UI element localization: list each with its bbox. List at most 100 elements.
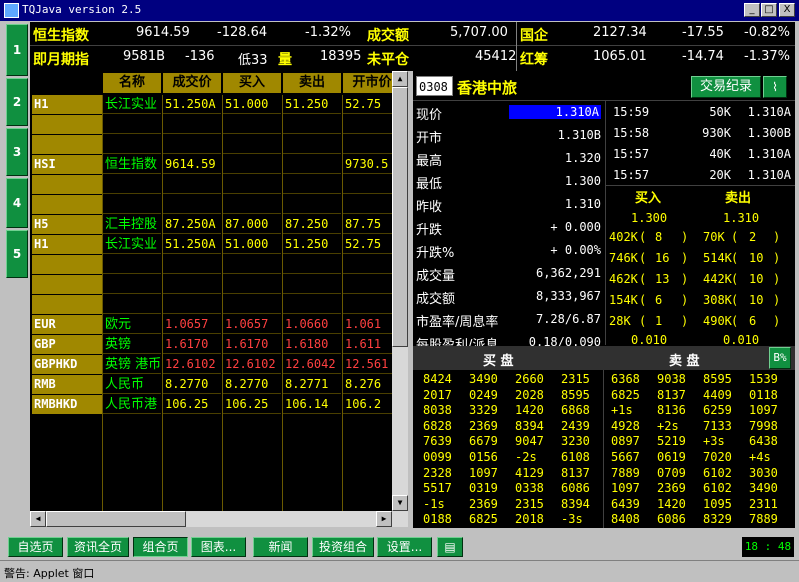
status-bar: 警告: Applet 窗口	[0, 560, 799, 582]
broker-buy: 9047	[515, 434, 544, 449]
stock-code-input[interactable]: 0308	[416, 76, 453, 96]
field-label: 开市	[416, 131, 443, 146]
hscroll-thumb[interactable]	[46, 511, 186, 527]
info-page-button[interactable]: 资讯全页	[67, 537, 129, 557]
chart-icon[interactable]: ⌇	[763, 76, 787, 98]
broker-sell: 6086	[657, 512, 686, 527]
cell-code	[34, 135, 102, 154]
cell-open: 1.611	[345, 337, 382, 351]
broker-sell: 1097	[611, 481, 640, 496]
broker-buy: 6828	[423, 418, 452, 433]
field-label: 昨收	[416, 200, 443, 215]
cell-buy	[225, 275, 281, 294]
broker-buy: 3329	[469, 403, 498, 418]
cell-open: 106.2	[345, 397, 382, 411]
queue-svol: 442K	[703, 272, 732, 286]
cell-code: RMBHKD	[34, 397, 78, 411]
cell-name: 英镑	[105, 337, 132, 352]
vertical-scrollbar[interactable]: ▲ ▼	[392, 71, 408, 511]
tab-1[interactable]: 1	[6, 24, 28, 76]
queue-bvol: 28K	[609, 314, 631, 328]
broker-buy: 1420	[515, 403, 544, 418]
queue-bn: 1	[655, 314, 663, 328]
watchlist-button[interactable]: 自选页	[8, 537, 63, 557]
cell-open: 9730.5	[345, 157, 389, 171]
percent-toggle-button[interactable]: B%	[769, 347, 791, 369]
cell-price	[165, 255, 221, 274]
broker-sell: 1539	[749, 372, 778, 386]
cell-open	[345, 255, 398, 274]
clock: 18 : 48	[742, 537, 794, 557]
news-button[interactable]: 新闻	[253, 537, 308, 557]
cell-price: 106.25	[165, 397, 209, 411]
broker-sell: +3s	[703, 434, 725, 449]
settings-button[interactable]: 设置...	[377, 537, 432, 557]
scroll-down-icon[interactable]: ▼	[392, 495, 408, 511]
queue-close-paren: )	[681, 293, 689, 307]
investment-portfolio-button[interactable]: 投资组合	[312, 537, 374, 557]
portfolio-page-button[interactable]: 组合页	[133, 537, 188, 557]
queue-open-paren: (	[639, 272, 647, 286]
tick-price: 1.310A	[747, 168, 791, 182]
cell-buy	[225, 135, 281, 154]
broker-sell: 3030	[749, 465, 778, 480]
queue-open-paren: (	[731, 272, 739, 286]
cell-sell	[285, 115, 341, 134]
broker-sell: 7133	[703, 418, 732, 433]
tab-3[interactable]: 3	[6, 128, 28, 176]
cell-price: 51.250A	[165, 97, 216, 111]
broker-buy: 7639	[423, 434, 452, 449]
cell-name: 人民币	[105, 377, 145, 392]
tick-time: 15:57	[613, 168, 650, 182]
header-price[interactable]: 成交价	[163, 73, 221, 93]
header-name[interactable]: 名称	[103, 73, 161, 93]
trade-record-button[interactable]: 交易纪录	[691, 76, 761, 98]
scroll-right-icon[interactable]: ▶	[376, 511, 392, 527]
cell-name: 英镑 港币	[105, 357, 161, 372]
broker-sell: 6368	[611, 372, 640, 386]
broker-buy: 6825	[469, 512, 498, 527]
broker-sell: +2s	[657, 418, 679, 433]
printer-icon[interactable]: ▤	[437, 537, 463, 557]
scroll-left-icon[interactable]: ◀	[30, 511, 46, 527]
tab-5[interactable]: 5	[6, 230, 28, 278]
stock-name: 香港中旅	[457, 79, 518, 97]
cell-open	[345, 115, 398, 134]
broker-buy: 0319	[469, 481, 498, 496]
queue-bvol: 462K	[609, 272, 638, 286]
tab-4[interactable]: 4	[6, 178, 28, 228]
cell-buy: 1.0657	[225, 317, 269, 331]
horizontal-scrollbar[interactable]: ◀ ▶	[30, 511, 408, 527]
index-name-3: 红筹	[520, 52, 548, 68]
maximize-button[interactable]: □	[761, 3, 777, 17]
broker-buy: 5517	[423, 481, 452, 496]
field-value: 1.310B	[557, 128, 601, 142]
cell-code: HSI	[34, 157, 56, 171]
cell-price	[165, 275, 221, 294]
minimize-button[interactable]: _	[744, 3, 760, 17]
cell-name: 长江实业	[105, 97, 158, 112]
status-text: 警告: Applet 窗口	[4, 567, 95, 580]
broker-sell: 7020	[703, 450, 732, 464]
cell-open: 87.75	[345, 217, 382, 231]
broker-sell: +4s	[749, 450, 771, 464]
scroll-up-icon[interactable]: ▲	[392, 71, 408, 87]
charts-button[interactable]: 图表...	[191, 537, 246, 557]
queue-svol: 490K	[703, 314, 732, 328]
broker-buy: 0188	[423, 512, 452, 527]
tab-2[interactable]: 2	[6, 78, 28, 126]
field-label: 成交量	[416, 269, 456, 284]
header-open[interactable]: 开市价	[343, 73, 398, 93]
index-value: 9614.59	[136, 25, 190, 40]
close-button[interactable]: X	[779, 3, 795, 17]
header-sell[interactable]: 卖出	[283, 73, 341, 93]
field-label: 成交额	[416, 292, 456, 307]
broker-buy: 0099	[423, 450, 452, 464]
broker-sell: 1097	[749, 403, 778, 418]
cell-buy	[225, 175, 281, 194]
header-buy[interactable]: 买入	[223, 73, 281, 93]
broker-buy: 0249	[469, 387, 498, 402]
queue-svol: 70K	[703, 230, 725, 244]
scroll-thumb[interactable]	[392, 87, 408, 347]
queue-open-paren: (	[639, 251, 647, 265]
